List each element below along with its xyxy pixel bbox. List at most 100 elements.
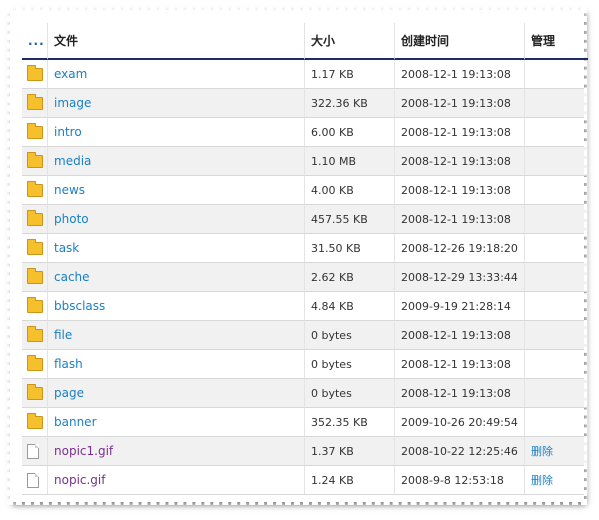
delete-link[interactable]: 删除 <box>531 474 553 487</box>
manage-cell <box>525 205 588 234</box>
folder-link[interactable]: banner <box>54 415 97 429</box>
folder-link[interactable]: file <box>54 328 72 342</box>
folder-link[interactable]: intro <box>54 125 82 139</box>
row-icon-cell <box>22 147 48 176</box>
manage-cell <box>525 147 588 176</box>
row-icon-cell <box>22 350 48 379</box>
manage-cell: 删除 <box>525 437 588 466</box>
created-time-cell: 2008-12-29 13:33:44 <box>395 263 525 292</box>
name-cell: task <box>48 234 305 263</box>
created-time-cell: 2008-12-1 19:13:08 <box>395 379 525 408</box>
folder-link[interactable]: bbsclass <box>54 299 105 313</box>
row-icon-cell <box>22 263 48 292</box>
manage-cell <box>525 321 588 350</box>
row-icon-cell <box>22 234 48 263</box>
size-cell: 352.35 KB <box>305 408 395 437</box>
table-row: intro 6.00 KB 2008-12-1 19:13:08 <box>22 118 588 147</box>
manage-cell <box>525 292 588 321</box>
parent-directory-link[interactable]: ... <box>22 23 48 60</box>
folder-icon <box>27 296 43 313</box>
created-time-cell: 2008-10-22 12:25:46 <box>395 437 525 466</box>
size-cell: 322.36 KB <box>305 89 395 118</box>
row-icon-cell <box>22 292 48 321</box>
folder-link[interactable]: image <box>54 96 91 110</box>
created-time-cell: 2008-12-1 19:13:08 <box>395 350 525 379</box>
row-icon-cell <box>22 176 48 205</box>
folder-icon <box>27 93 43 110</box>
size-cell: 4.84 KB <box>305 292 395 321</box>
folder-icon <box>27 267 43 284</box>
folder-icon <box>27 209 43 226</box>
folder-link[interactable]: task <box>54 241 79 255</box>
folder-icon <box>27 325 43 342</box>
manage-cell <box>525 176 588 205</box>
manage-cell <box>525 234 588 263</box>
delete-link[interactable]: 删除 <box>531 445 553 458</box>
folder-link[interactable]: photo <box>54 212 89 226</box>
table-row: photo 457.55 KB 2008-12-1 19:13:08 <box>22 205 588 234</box>
table-row: file 0 bytes 2008-12-1 19:13:08 <box>22 321 588 350</box>
manage-cell <box>525 408 588 437</box>
manage-cell <box>525 60 588 89</box>
folder-icon <box>27 412 43 429</box>
created-time-cell: 2008-12-1 19:13:08 <box>395 89 525 118</box>
row-icon-cell <box>22 118 48 147</box>
created-time-cell: 2008-12-1 19:13:08 <box>395 60 525 89</box>
file-icon <box>27 443 39 459</box>
manage-cell <box>525 379 588 408</box>
folder-icon <box>27 354 43 371</box>
created-time-cell: 2008-12-26 19:18:20 <box>395 234 525 263</box>
created-time-cell: 2009-9-19 21:28:14 <box>395 292 525 321</box>
size-cell: 6.00 KB <box>305 118 395 147</box>
folder-link[interactable]: cache <box>54 270 90 284</box>
folder-link[interactable]: exam <box>54 67 87 81</box>
manage-cell <box>525 118 588 147</box>
manage-cell: 删除 <box>525 466 588 495</box>
file-link[interactable]: nopic.gif <box>54 473 106 487</box>
folder-link[interactable]: page <box>54 386 84 400</box>
name-cell: news <box>48 176 305 205</box>
table-row: bbsclass 4.84 KB 2009-9-19 21:28:14 <box>22 292 588 321</box>
folder-icon <box>27 238 43 255</box>
name-cell: bbsclass <box>48 292 305 321</box>
name-cell: cache <box>48 263 305 292</box>
folder-icon <box>27 383 43 400</box>
name-cell: banner <box>48 408 305 437</box>
folder-icon <box>27 180 43 197</box>
table-row: nopic.gif 1.24 KB 2008-9-8 12:53:18 删除 <box>22 466 588 495</box>
table-row: task 31.50 KB 2008-12-26 19:18:20 <box>22 234 588 263</box>
table-row: media 1.10 MB 2008-12-1 19:13:08 <box>22 147 588 176</box>
row-icon-cell <box>22 60 48 89</box>
size-cell: 4.00 KB <box>305 176 395 205</box>
row-icon-cell <box>22 321 48 350</box>
name-cell: intro <box>48 118 305 147</box>
table-row: flash 0 bytes 2008-12-1 19:13:08 <box>22 350 588 379</box>
column-header-created-time: 创建时间 <box>395 23 525 60</box>
file-link[interactable]: nopic1.gif <box>54 444 113 458</box>
column-header-manage: 管理 <box>525 23 588 60</box>
table-row: cache 2.62 KB 2008-12-29 13:33:44 <box>22 263 588 292</box>
row-icon-cell <box>22 379 48 408</box>
column-header-size: 大小 <box>305 23 395 60</box>
manage-cell <box>525 350 588 379</box>
file-icon <box>27 472 39 488</box>
folder-icon <box>27 151 43 168</box>
folder-link[interactable]: flash <box>54 357 83 371</box>
created-time-cell: 2008-9-8 12:53:18 <box>395 466 525 495</box>
table-row: news 4.00 KB 2008-12-1 19:13:08 <box>22 176 588 205</box>
size-cell: 0 bytes <box>305 379 395 408</box>
file-list: exam 1.17 KB 2008-12-1 19:13:08 image 322.36… <box>22 60 588 495</box>
size-cell: 31.50 KB <box>305 234 395 263</box>
size-cell: 1.24 KB <box>305 466 395 495</box>
size-cell: 1.17 KB <box>305 60 395 89</box>
name-cell: image <box>48 89 305 118</box>
file-table: ... 文件 大小 创建时间 管理 exam 1.17 KB 2008-12-1 1… <box>22 23 588 495</box>
table-header-row: ... 文件 大小 创建时间 管理 <box>22 23 588 60</box>
table-row: image 322.36 KB 2008-12-1 19:13:08 <box>22 89 588 118</box>
folder-link[interactable]: news <box>54 183 85 197</box>
folder-link[interactable]: media <box>54 154 91 168</box>
name-cell: flash <box>48 350 305 379</box>
created-time-cell: 2008-12-1 19:13:08 <box>395 205 525 234</box>
created-time-cell: 2009-10-26 20:49:54 <box>395 408 525 437</box>
file-browser-panel: ... 文件 大小 创建时间 管理 exam 1.17 KB 2008-12-1 1… <box>7 7 588 505</box>
